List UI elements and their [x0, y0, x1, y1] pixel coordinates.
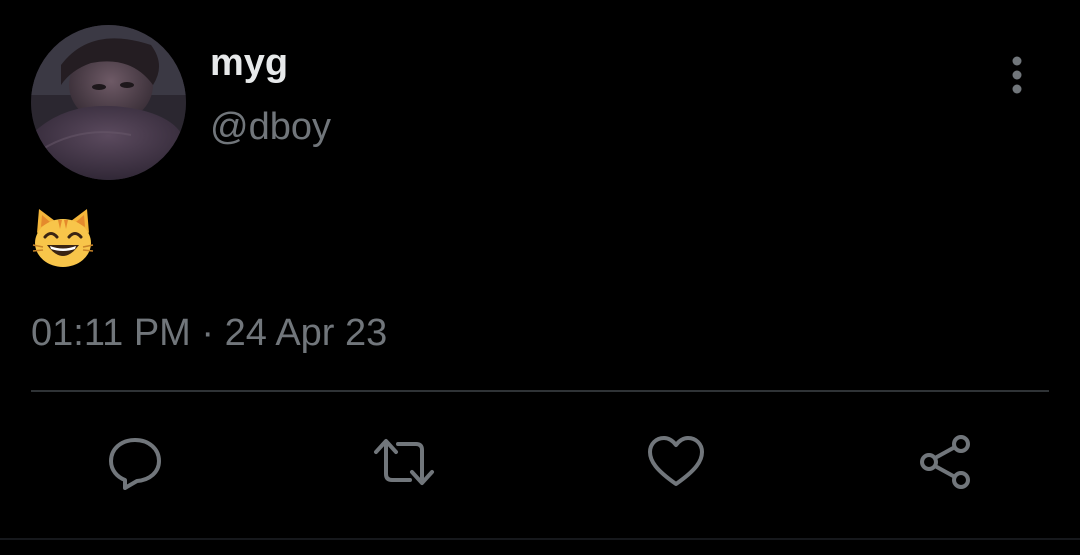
user-handle[interactable]: @dboy — [210, 104, 331, 150]
divider — [31, 390, 1049, 392]
display-name[interactable]: myg — [210, 40, 288, 86]
like-button[interactable] — [644, 430, 708, 494]
reply-button[interactable] — [103, 430, 167, 494]
retweet-icon — [374, 439, 434, 485]
tweet-timestamp[interactable]: 01:11 PM · 24 Apr 23 — [31, 310, 387, 356]
bottom-divider — [0, 538, 1080, 540]
share-icon — [920, 435, 970, 489]
tweet-body — [31, 205, 95, 269]
heart-icon — [648, 436, 704, 486]
more-options-button[interactable] — [1000, 54, 1034, 98]
avatar-photo — [31, 25, 186, 180]
avatar[interactable] — [31, 25, 186, 180]
reply-icon — [109, 438, 161, 490]
more-vertical-icon — [1012, 56, 1022, 94]
share-button[interactable] — [913, 430, 977, 494]
grinning-cat-emoji-icon — [32, 209, 94, 267]
retweet-button[interactable] — [372, 430, 436, 494]
